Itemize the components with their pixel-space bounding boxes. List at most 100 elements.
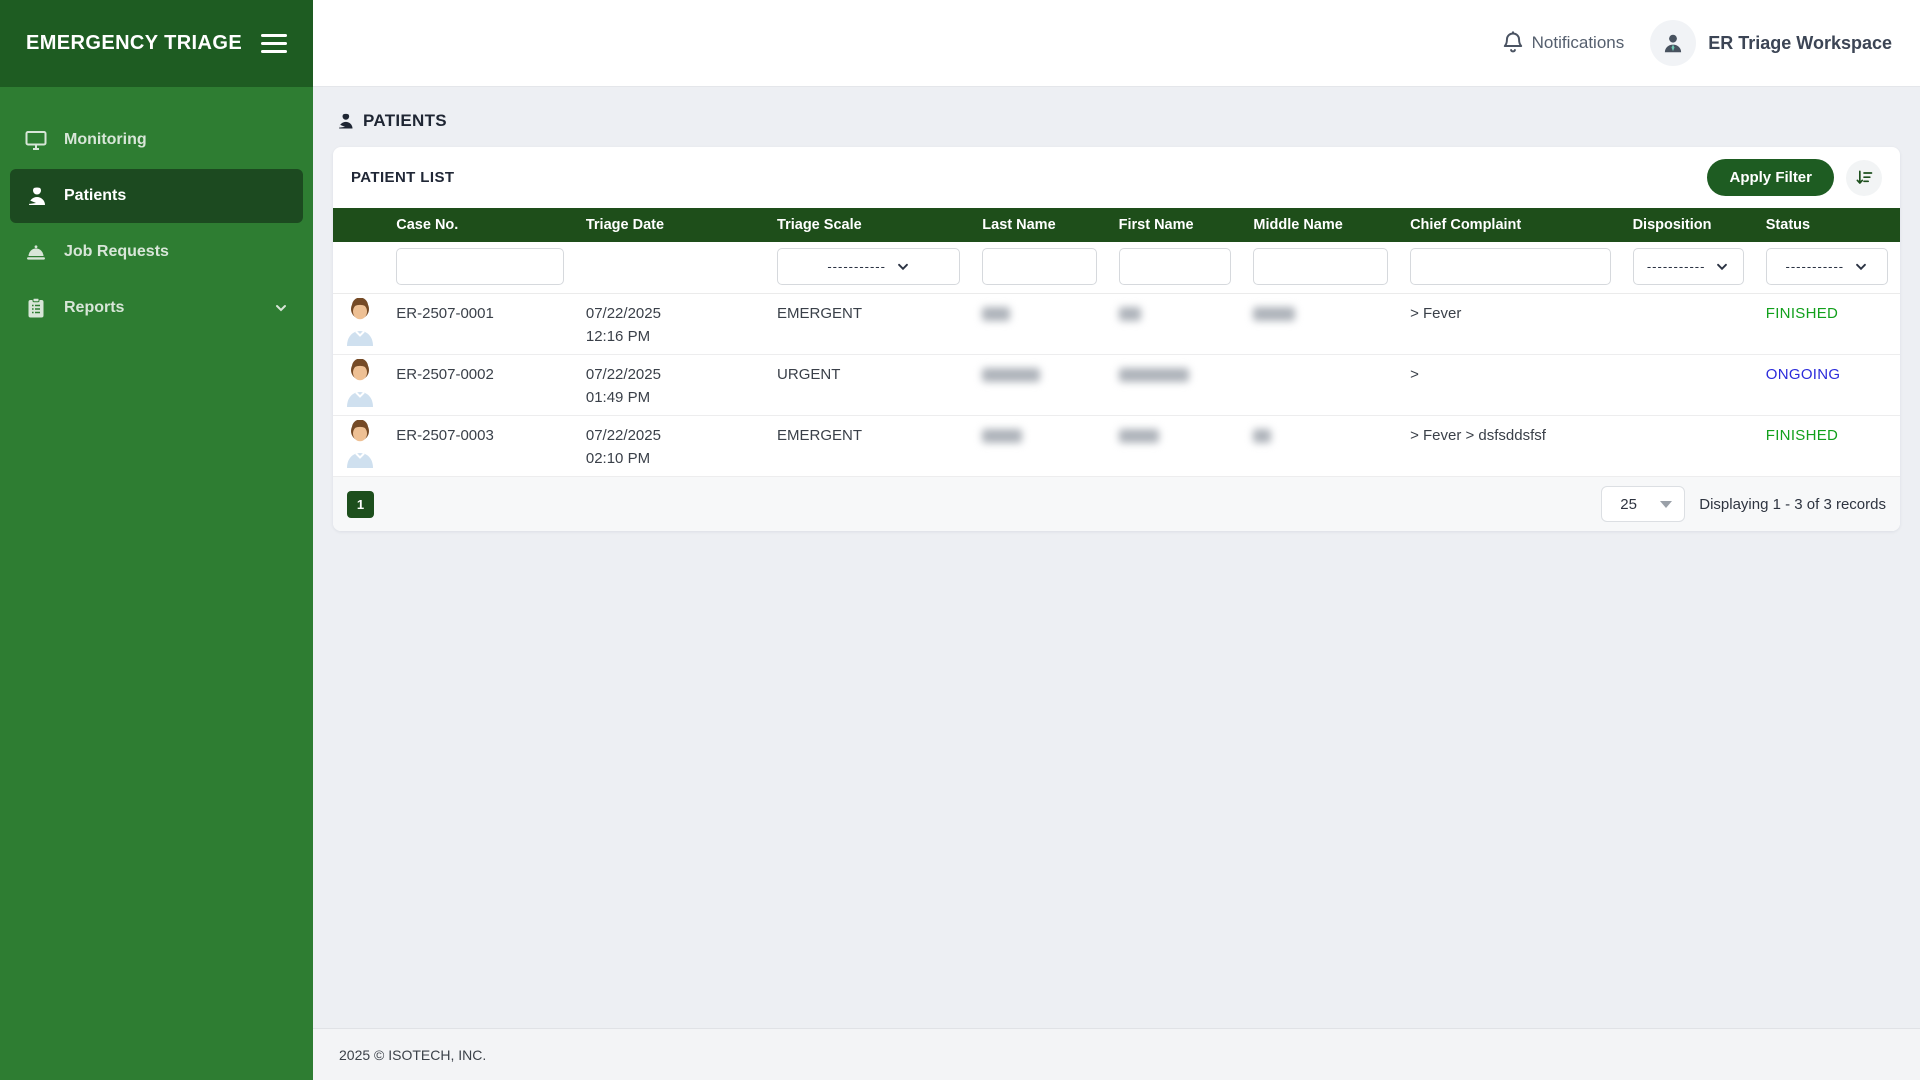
cell-triage-scale: EMERGENT bbox=[767, 294, 972, 354]
avatar bbox=[1650, 20, 1696, 66]
sidebar-item-label: Job Requests bbox=[64, 243, 169, 261]
app-title: EMERGENCY TRIAGE bbox=[26, 32, 242, 55]
pagination-bar: 1 25 Displaying 1 - 3 of 3 records bbox=[333, 477, 1900, 531]
column-header-middle-name: Middle Name bbox=[1243, 217, 1400, 233]
column-header-triage-scale: Triage Scale bbox=[767, 217, 972, 233]
patient-avatar bbox=[333, 294, 386, 354]
cell-chief-complaint: > Fever bbox=[1400, 294, 1623, 354]
cell-chief-complaint: > bbox=[1400, 355, 1623, 415]
page-title: PATIENTS bbox=[335, 111, 1900, 131]
sidebar-item-label: Reports bbox=[64, 299, 124, 317]
sidebar-item-label: Monitoring bbox=[64, 131, 147, 149]
patient-icon bbox=[24, 184, 48, 208]
table-row[interactable]: ER-2507-0003 07/22/2025 02:10 PM EMERGEN… bbox=[333, 416, 1900, 477]
patient-avatar bbox=[333, 355, 386, 415]
caret-down-icon bbox=[1660, 501, 1672, 508]
cell-last-name-redacted bbox=[972, 355, 1108, 415]
cell-case-no: ER-2507-0001 bbox=[386, 294, 576, 354]
cell-first-name-redacted bbox=[1109, 294, 1244, 354]
main-column: Notifications ER Triage Workspace bbox=[313, 0, 1920, 1080]
column-header-first-name: First Name bbox=[1109, 217, 1244, 233]
copyright-text: 2025 © ISOTECH, INC. bbox=[339, 1047, 486, 1063]
sidebar-header: EMERGENCY TRIAGE bbox=[0, 0, 313, 87]
sort-amount-icon bbox=[1854, 168, 1874, 188]
column-header-disposition: Disposition bbox=[1623, 217, 1756, 233]
table-row[interactable]: ER-2507-0002 07/22/2025 01:49 PM URGENT … bbox=[333, 355, 1900, 416]
hamburger-menu-icon[interactable] bbox=[261, 29, 287, 58]
clipboard-icon bbox=[24, 296, 48, 320]
cell-triage-scale: URGENT bbox=[767, 355, 972, 415]
cell-triage-date: 07/22/2025 01:49 PM bbox=[576, 355, 767, 415]
filter-middle-name-input[interactable] bbox=[1253, 248, 1388, 285]
cell-first-name-redacted bbox=[1109, 416, 1244, 476]
bell-icon bbox=[1500, 30, 1526, 56]
pagination-summary: Displaying 1 - 3 of 3 records bbox=[1699, 496, 1886, 513]
cell-disposition bbox=[1623, 355, 1756, 415]
table-header-row: Case No. Triage Date Triage Scale Last N… bbox=[333, 208, 1900, 242]
workspace-label: ER Triage Workspace bbox=[1708, 33, 1892, 54]
chevron-down-icon bbox=[1854, 260, 1868, 274]
sidebar: EMERGENCY TRIAGE Monitoring bbox=[0, 0, 313, 1080]
filter-last-name-input[interactable] bbox=[982, 248, 1096, 285]
sidebar-item-patients[interactable]: Patients bbox=[10, 169, 303, 223]
status-badge: FINISHED bbox=[1756, 294, 1900, 354]
cell-first-name-redacted bbox=[1109, 355, 1244, 415]
cell-last-name-redacted bbox=[972, 416, 1108, 476]
status-badge: FINISHED bbox=[1756, 416, 1900, 476]
cell-middle-name-redacted bbox=[1243, 355, 1400, 415]
filter-status-select[interactable]: ----------- bbox=[1766, 248, 1888, 285]
chevron-down-icon bbox=[273, 300, 289, 316]
sort-button[interactable] bbox=[1846, 160, 1882, 196]
app-root: EMERGENCY TRIAGE Monitoring bbox=[0, 0, 1920, 1080]
filter-triage-scale-select[interactable]: ----------- bbox=[777, 248, 960, 285]
cell-last-name-redacted bbox=[972, 294, 1108, 354]
panel-title: PATIENT LIST bbox=[351, 169, 454, 186]
column-header-status: Status bbox=[1756, 217, 1900, 233]
cell-disposition bbox=[1623, 294, 1756, 354]
notifications-label: Notifications bbox=[1532, 33, 1625, 53]
chevron-down-icon bbox=[1715, 260, 1729, 274]
page-size-select[interactable]: 25 bbox=[1601, 486, 1685, 522]
filter-case-no-input[interactable] bbox=[396, 248, 564, 285]
cloche-icon bbox=[24, 240, 48, 264]
cell-chief-complaint: > Fever > dsfsddsfsf bbox=[1400, 416, 1623, 476]
cell-disposition bbox=[1623, 416, 1756, 476]
column-header-case-no: Case No. bbox=[386, 217, 576, 233]
topbar: Notifications ER Triage Workspace bbox=[313, 0, 1920, 87]
filter-first-name-input[interactable] bbox=[1119, 248, 1232, 285]
cell-triage-scale: EMERGENT bbox=[767, 416, 972, 476]
column-header-chief-complaint: Chief Complaint bbox=[1400, 217, 1623, 233]
page-1-button[interactable]: 1 bbox=[347, 491, 374, 518]
cell-case-no: ER-2507-0003 bbox=[386, 416, 576, 476]
table-row[interactable]: ER-2507-0001 07/22/2025 12:16 PM EMERGEN… bbox=[333, 294, 1900, 355]
panel-actions: Apply Filter bbox=[1707, 159, 1882, 196]
patient-avatar bbox=[333, 416, 386, 476]
content-area: PATIENTS PATIENT LIST Apply Filter bbox=[313, 87, 1920, 1028]
panel-header: PATIENT LIST Apply Filter bbox=[333, 147, 1900, 208]
notifications-button[interactable]: Notifications bbox=[1500, 30, 1625, 56]
chevron-down-icon bbox=[896, 260, 910, 274]
monitor-icon bbox=[24, 128, 48, 152]
cell-case-no: ER-2507-0002 bbox=[386, 355, 576, 415]
workspace-menu[interactable]: ER Triage Workspace bbox=[1650, 20, 1892, 66]
apply-filter-button[interactable]: Apply Filter bbox=[1707, 159, 1834, 196]
cell-middle-name-redacted bbox=[1243, 416, 1400, 476]
sidebar-nav: Monitoring Patients bbox=[0, 113, 313, 335]
patient-list-panel: PATIENT LIST Apply Filter bbox=[333, 147, 1900, 531]
sidebar-item-label: Patients bbox=[64, 187, 126, 205]
patient-icon bbox=[335, 111, 355, 131]
cell-triage-date: 07/22/2025 12:16 PM bbox=[576, 294, 767, 354]
sidebar-item-job-requests[interactable]: Job Requests bbox=[0, 225, 313, 279]
column-header-triage-date: Triage Date bbox=[576, 217, 767, 233]
status-badge: ONGOING bbox=[1756, 355, 1900, 415]
filter-disposition-select[interactable]: ----------- bbox=[1633, 248, 1744, 285]
sidebar-item-reports[interactable]: Reports bbox=[0, 281, 313, 335]
column-header-last-name: Last Name bbox=[972, 217, 1108, 233]
filter-chief-complaint-input[interactable] bbox=[1410, 248, 1611, 285]
cell-triage-date: 07/22/2025 02:10 PM bbox=[576, 416, 767, 476]
cell-middle-name-redacted bbox=[1243, 294, 1400, 354]
sidebar-item-monitoring[interactable]: Monitoring bbox=[0, 113, 313, 167]
table-filter-row: ----------- ----------- bbox=[333, 242, 1900, 294]
pagination-right: 25 Displaying 1 - 3 of 3 records bbox=[1601, 486, 1886, 522]
patient-table: Case No. Triage Date Triage Scale Last N… bbox=[333, 208, 1900, 477]
